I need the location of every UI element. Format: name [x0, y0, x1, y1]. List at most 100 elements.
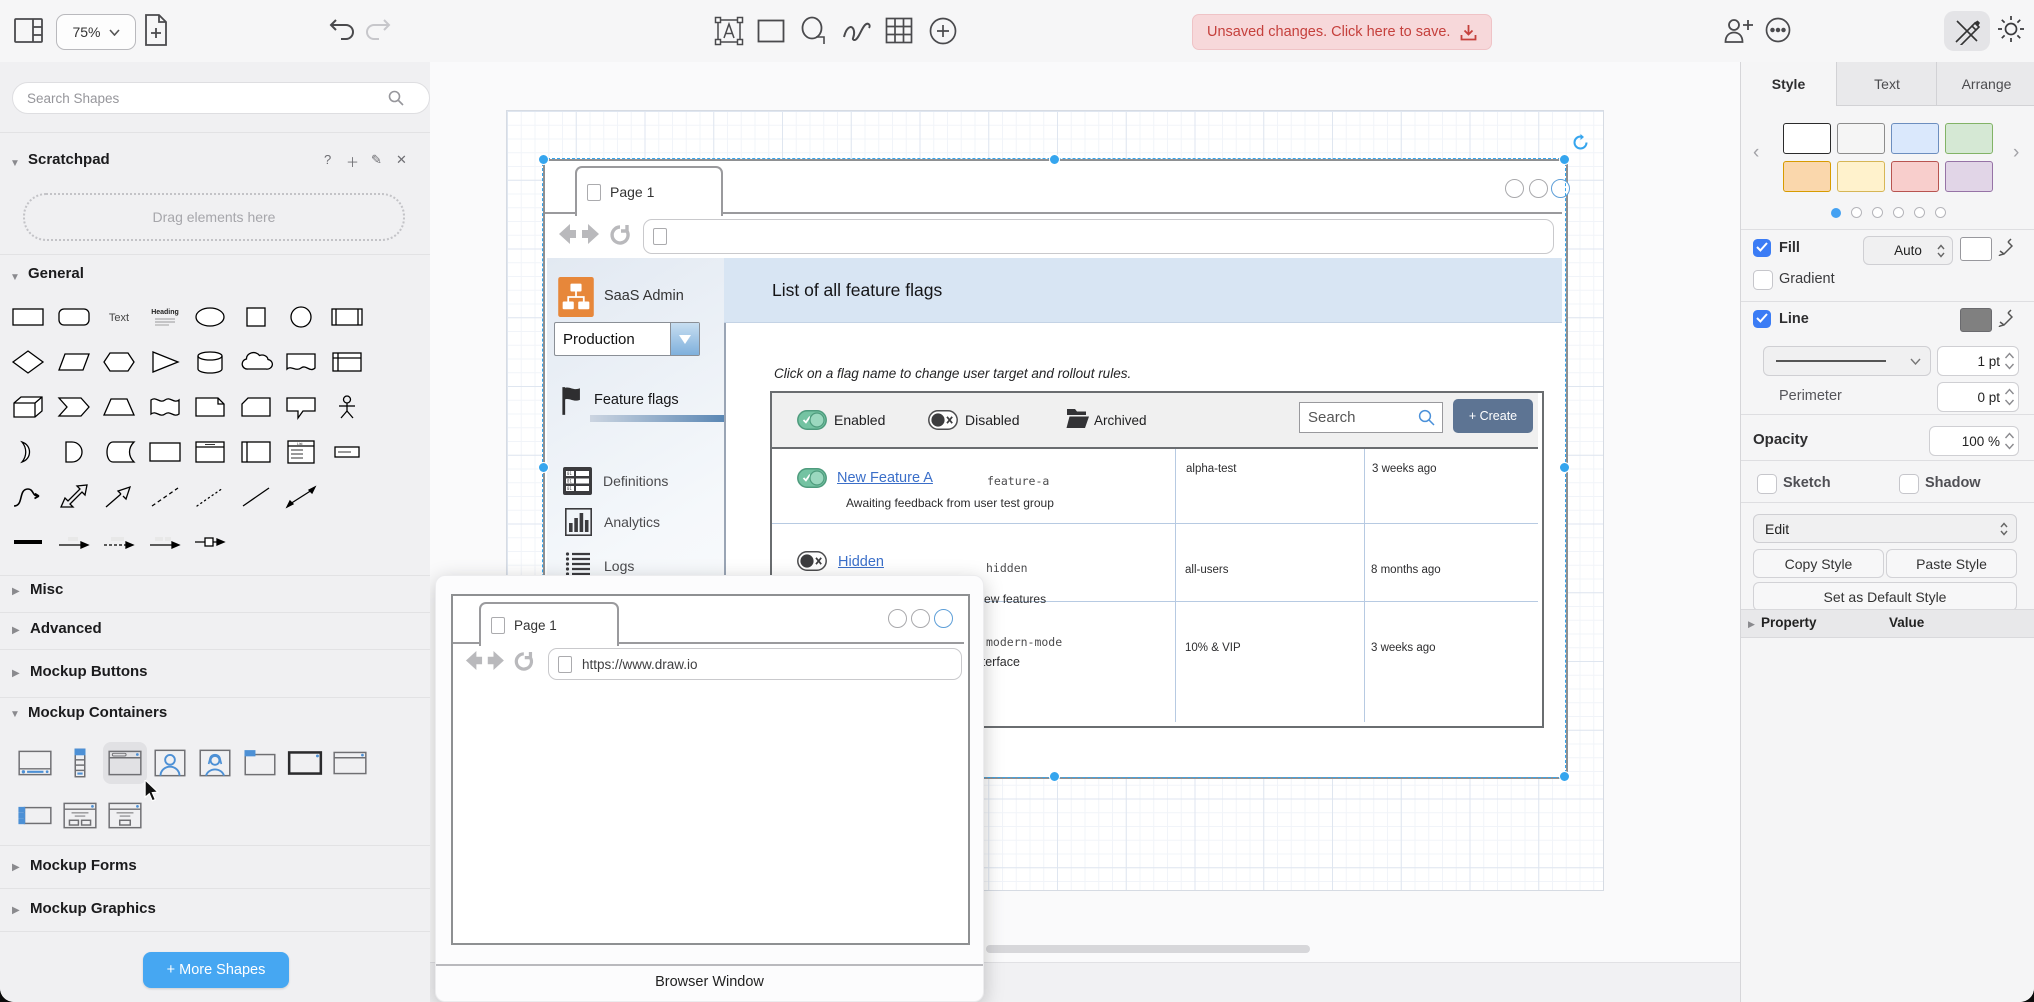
style-preset-swatch[interactable]	[1837, 161, 1885, 192]
tab-style[interactable]: Style	[1741, 62, 1836, 105]
shape-cylinder[interactable]	[188, 341, 232, 383]
shape-group[interactable]	[238, 742, 282, 784]
shape-window[interactable]	[283, 742, 327, 784]
set-default-style-button[interactable]: Set as Default Style	[1753, 582, 2017, 611]
eyedropper-icon[interactable]	[1997, 309, 2013, 327]
presets-prev-icon[interactable]: ‹	[1753, 142, 1759, 164]
tab-text[interactable]: Text	[1836, 62, 1937, 106]
chevron-right-icon[interactable]: ▶	[12, 668, 20, 679]
shape-vertical-scrollbar[interactable]	[58, 742, 102, 784]
tab-arrange[interactable]: Arrange	[1936, 62, 2034, 106]
shape-arrow[interactable]	[97, 476, 141, 518]
shape-alert-box[interactable]	[58, 794, 102, 836]
shape-arrow-label-3[interactable]	[143, 521, 187, 563]
table-tool-icon[interactable]	[885, 17, 913, 44]
fill-checkbox[interactable]	[1753, 239, 1771, 257]
shape-cube[interactable]	[6, 386, 50, 428]
shape-curve[interactable]	[6, 476, 50, 518]
shape-titled-window[interactable]	[328, 742, 372, 784]
search-shapes-input[interactable]	[12, 82, 430, 114]
shape-square[interactable]	[234, 296, 278, 338]
shape-parallelogram[interactable]	[52, 341, 96, 383]
shape-container-side[interactable]	[234, 431, 278, 473]
presets-next-icon[interactable]: ›	[2013, 142, 2019, 164]
preset-pagination-dots[interactable]	[1741, 205, 2034, 223]
chevron-right-icon[interactable]: ▶	[12, 586, 20, 597]
line-checkbox[interactable]	[1753, 310, 1771, 328]
eyedropper-icon[interactable]	[1997, 238, 2013, 256]
shape-callout[interactable]	[279, 386, 323, 428]
shape-list-item[interactable]	[325, 431, 369, 473]
shape-container-title[interactable]	[188, 431, 232, 473]
add-page-icon[interactable]	[144, 14, 168, 46]
shape-and[interactable]	[52, 431, 96, 473]
freehand-tool-icon[interactable]	[841, 19, 873, 43]
shape-arrow-label-1[interactable]	[52, 521, 96, 563]
chevron-down-icon[interactable]: ▼	[10, 158, 20, 169]
ellipse-tool-icon[interactable]	[799, 16, 827, 46]
unsaved-changes-button[interactable]: Unsaved changes. Click here to save.	[1192, 14, 1492, 50]
shape-bidirectional-connector[interactable]	[279, 476, 323, 518]
style-preset-swatch[interactable]	[1837, 123, 1885, 154]
zoom-select[interactable]: 75%	[56, 14, 136, 50]
style-preset-swatch[interactable]	[1945, 123, 1993, 154]
fill-color-swatch[interactable]	[1960, 237, 1992, 261]
preset-page-dot[interactable]	[1831, 208, 1841, 218]
scratchpad-help-icon[interactable]: ?	[324, 152, 331, 167]
text-tool-icon[interactable]	[714, 16, 744, 46]
sidebar-section-mockup-forms[interactable]: Mockup Forms	[30, 857, 137, 874]
scratchpad-section-title[interactable]: Scratchpad	[28, 151, 110, 168]
line-width-stepper[interactable]: 1 pt	[1937, 346, 2019, 376]
shape-text[interactable]: Text	[97, 296, 141, 338]
shape-rounded-rectangle[interactable]	[52, 296, 96, 338]
shape-dotted-line[interactable]	[188, 476, 232, 518]
chevron-right-icon[interactable]: ▶	[12, 862, 20, 873]
redo-icon[interactable]	[364, 17, 392, 43]
shape-video-player[interactable]	[13, 742, 57, 784]
shape-triangle[interactable]	[143, 341, 187, 383]
shape-actor[interactable]	[325, 386, 369, 428]
sidebar-section-mockup-buttons[interactable]: Mockup Buttons	[30, 663, 148, 680]
scratchpad-close-icon[interactable]: ✕	[396, 152, 407, 168]
shape-process[interactable]	[325, 296, 369, 338]
shape-cloud[interactable]	[234, 341, 278, 383]
shadow-checkbox[interactable]	[1899, 474, 1919, 494]
sidebar-section-advanced[interactable]: Advanced	[30, 620, 102, 637]
copy-style-button[interactable]: Copy Style	[1753, 549, 1884, 578]
sketch-style-toggle[interactable]	[1944, 11, 1990, 51]
opacity-stepper[interactable]: 100 %	[1929, 426, 2019, 456]
shape-note[interactable]	[188, 386, 232, 428]
shape-heading[interactable]: Heading	[143, 296, 187, 338]
line-style-select[interactable]	[1763, 346, 1931, 376]
more-actions-icon[interactable]	[1764, 16, 1792, 44]
undo-icon[interactable]	[328, 17, 356, 43]
shape-data-storage[interactable]	[97, 431, 141, 473]
shape-user-female[interactable]	[193, 742, 237, 784]
preset-page-dot[interactable]	[1914, 207, 1925, 218]
shape-diamond[interactable]	[6, 341, 50, 383]
shape-browser-window[interactable]	[103, 742, 147, 784]
style-preset-swatch[interactable]	[1783, 123, 1831, 154]
shape-document[interactable]	[279, 341, 323, 383]
appearance-icon[interactable]	[1996, 14, 2026, 44]
style-preset-swatch[interactable]	[1891, 161, 1939, 192]
preset-page-dot[interactable]	[1893, 207, 1904, 218]
share-icon[interactable]	[1724, 17, 1755, 44]
toggle-format-panel-icon[interactable]	[14, 18, 43, 43]
edit-style-select[interactable]: Edit	[1753, 514, 2017, 543]
preset-page-dot[interactable]	[1872, 207, 1883, 218]
rectangle-tool-icon[interactable]	[757, 19, 785, 43]
shape-card[interactable]	[234, 386, 278, 428]
fill-mode-select[interactable]: Auto	[1863, 236, 1953, 265]
line-color-swatch[interactable]	[1960, 308, 1992, 332]
shape-line[interactable]	[234, 476, 278, 518]
shape-bidirectional-arrow[interactable]	[52, 476, 96, 518]
shape-list[interactable]: List	[279, 431, 323, 473]
sidebar-section-misc[interactable]: Misc	[30, 581, 63, 598]
shape-hexagon[interactable]	[97, 341, 141, 383]
shape-user-male[interactable]	[148, 742, 192, 784]
shape-link[interactable]	[6, 521, 50, 563]
sidebar-section-mockup-containers[interactable]: Mockup Containers	[28, 704, 167, 721]
shape-internal-storage[interactable]	[325, 341, 369, 383]
scratchpad-edit-icon[interactable]: ✎	[371, 152, 382, 168]
